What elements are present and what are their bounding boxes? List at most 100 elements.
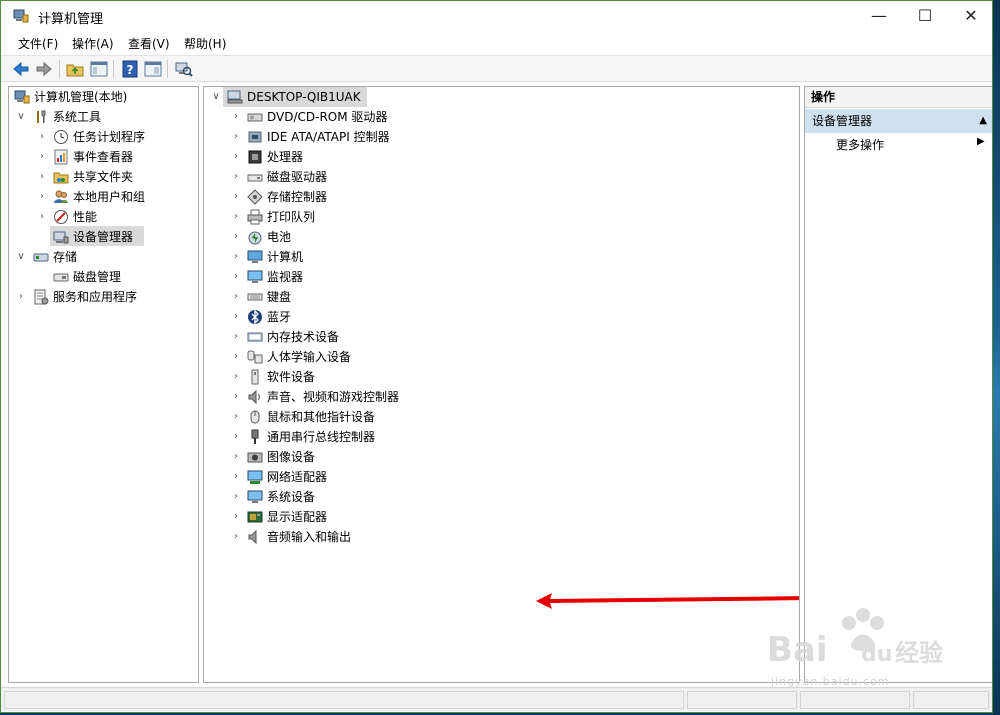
processor-icon <box>248 150 262 164</box>
menu-action[interactable]: 操作(A) <box>72 35 114 52</box>
device-category-monitor[interactable]: › 监视器 <box>208 267 508 287</box>
tree-item-performance[interactable]: › 性能 <box>12 207 192 227</box>
expand-chevron-icon[interactable]: › <box>230 187 242 207</box>
device-category-storage-controller[interactable]: › 存储控制器 <box>208 187 508 207</box>
expand-chevron-icon[interactable]: › <box>230 287 242 307</box>
expand-chevron-icon[interactable]: › <box>230 347 242 367</box>
device-tree-pane: ∨ DESKTOP-QIB1UAK › DVD/CD-ROM 驱动器 › IDE AT… <box>203 86 800 683</box>
help-icon[interactable]: ? <box>121 60 139 78</box>
expand-chevron-icon[interactable]: › <box>36 207 48 227</box>
properties-icon[interactable] <box>144 60 162 78</box>
expand-chevron-icon[interactable]: › <box>36 127 48 147</box>
toolbar-separator <box>167 60 168 78</box>
forward-arrow-icon[interactable] <box>35 60 53 78</box>
scan-hardware-icon[interactable] <box>175 60 193 78</box>
expand-chevron-icon[interactable]: › <box>230 307 242 327</box>
device-category-software-device[interactable]: › 软件设备 <box>208 367 508 387</box>
window-title: 计算机管理 <box>38 12 104 27</box>
tree-item-event-viewer[interactable]: › 事件查看器 <box>12 147 192 167</box>
memory-icon <box>247 332 263 342</box>
expand-chevron-icon[interactable]: › <box>230 487 242 507</box>
expand-chevron-icon[interactable]: › <box>230 107 242 127</box>
device-category-bluetooth[interactable]: › 蓝牙 <box>208 307 508 327</box>
device-category-display-adapter[interactable]: › 显示适配器 <box>208 507 508 527</box>
collapse-triangle-icon[interactable]: ▲ <box>979 109 987 133</box>
menu-help[interactable]: 帮助(H) <box>184 35 226 52</box>
tree-item-label: 磁盘管理 <box>73 270 122 284</box>
expand-chevron-icon[interactable]: › <box>230 127 242 147</box>
device-category-camera[interactable]: › 图像设备 <box>208 447 508 467</box>
expand-chevron-icon[interactable]: › <box>230 227 242 247</box>
expand-chevron-icon[interactable]: › <box>36 167 48 187</box>
device-category-label: DVD/CD-ROM 驱动器 <box>267 110 388 124</box>
show-hide-tree-icon[interactable] <box>90 60 108 78</box>
collapse-chevron-icon[interactable]: ∨ <box>15 247 27 267</box>
device-category-dvd[interactable]: › DVD/CD-ROM 驱动器 <box>208 107 508 127</box>
expand-chevron-icon[interactable]: › <box>230 407 242 427</box>
expand-chevron-icon[interactable]: › <box>230 527 242 547</box>
expand-chevron-icon[interactable]: › <box>230 327 242 347</box>
svg-text:经验: 经验 <box>895 639 943 667</box>
expand-chevron-icon[interactable]: › <box>230 507 242 527</box>
tree-item-computer-management[interactable]: 计算机管理(本地) <box>12 87 192 107</box>
expand-chevron-icon[interactable]: › <box>230 247 242 267</box>
tree-item-label: 系统工具 <box>53 110 102 124</box>
submenu-arrow-icon[interactable]: ▶ <box>977 136 985 147</box>
tree-item-services-apps[interactable]: › 服务和应用程序 <box>12 287 192 307</box>
more-actions-item[interactable]: 更多操作 <box>836 136 884 153</box>
expand-chevron-icon[interactable]: › <box>15 287 27 307</box>
tree-item-storage[interactable]: ∨ 存储 <box>12 247 192 267</box>
tree-item-system-tools[interactable]: ∨ 系统工具 <box>12 107 192 127</box>
expand-chevron-icon[interactable]: › <box>230 267 242 287</box>
device-category-mouse[interactable]: › 鼠标和其他指针设备 <box>208 407 508 427</box>
expand-chevron-icon[interactable]: › <box>230 147 242 167</box>
tree-item-label: 共享文件夹 <box>73 170 134 184</box>
device-category-computer[interactable]: › 计算机 <box>208 247 508 267</box>
tree-item-label: 计算机管理(本地) <box>34 90 128 104</box>
expand-chevron-icon[interactable]: › <box>230 367 242 387</box>
tree-item-label: 存储 <box>53 250 78 264</box>
device-category-memory[interactable]: › 内存技术设备 <box>208 327 508 347</box>
expand-chevron-icon[interactable]: › <box>230 427 242 447</box>
maximize-button[interactable]: ☐ <box>902 1 948 32</box>
expand-chevron-icon[interactable]: › <box>36 147 48 167</box>
back-arrow-icon[interactable] <box>12 60 30 78</box>
expand-chevron-icon[interactable]: › <box>230 467 242 487</box>
tree-item-local-users[interactable]: › 本地用户和组 <box>12 187 192 207</box>
device-tree-root[interactable]: ∨ DESKTOP-QIB1UAK <box>208 87 508 107</box>
device-category-sound[interactable]: › 声音、视频和游戏控制器 <box>208 387 508 407</box>
network-adapter-icon <box>247 470 263 484</box>
tree-item-shared-folders[interactable]: › 共享文件夹 <box>12 167 192 187</box>
expand-chevron-icon[interactable]: › <box>230 207 242 227</box>
close-button[interactable]: ✕ <box>948 1 992 32</box>
tree-item-device-manager[interactable]: 设备管理器 <box>12 227 192 247</box>
device-category-printer[interactable]: › 打印队列 <box>208 207 508 227</box>
device-category-ide-controller[interactable]: › IDE ATA/ATAPI 控制器 <box>208 127 508 147</box>
device-category-battery[interactable]: › 电池 <box>208 227 508 247</box>
actions-pane: 操作 设备管理器 ▲ 更多操作 ▶ <box>804 86 992 683</box>
device-category-keyboard[interactable]: › 键盘 <box>208 287 508 307</box>
actions-header: 操作 <box>805 87 992 108</box>
device-category-hid[interactable]: › 人体学输入设备 <box>208 347 508 367</box>
title-bar[interactable]: 计算机管理 — ☐ ✕ <box>1 1 992 32</box>
expand-chevron-icon[interactable]: › <box>230 387 242 407</box>
event-viewer-icon <box>54 149 68 165</box>
tree-item-task-scheduler[interactable]: › 任务计划程序 <box>12 127 192 147</box>
device-category-system-device[interactable]: › 系统设备 <box>208 487 508 507</box>
expand-chevron-icon[interactable]: › <box>230 167 242 187</box>
device-category-processor[interactable]: › 处理器 <box>208 147 508 167</box>
collapse-chevron-icon[interactable]: ∨ <box>210 87 222 107</box>
actions-section-device-manager[interactable]: 设备管理器 ▲ <box>805 109 992 133</box>
device-category-disk-drive[interactable]: › 磁盘驱动器 <box>208 167 508 187</box>
device-category-network-adapter[interactable]: › 网络适配器 <box>208 467 508 487</box>
tree-item-disk-management[interactable]: 磁盘管理 <box>12 267 192 287</box>
menu-view[interactable]: 查看(V) <box>128 35 170 52</box>
minimize-button[interactable]: — <box>856 1 902 32</box>
collapse-chevron-icon[interactable]: ∨ <box>15 107 27 127</box>
expand-chevron-icon[interactable]: › <box>230 447 242 467</box>
device-category-usb[interactable]: › 通用串行总线控制器 <box>208 427 508 447</box>
up-folder-icon[interactable] <box>66 60 84 78</box>
expand-chevron-icon[interactable]: › <box>36 187 48 207</box>
device-category-audio-io[interactable]: › 音频输入和输出 <box>208 527 508 547</box>
menu-file[interactable]: 文件(F) <box>18 35 58 52</box>
